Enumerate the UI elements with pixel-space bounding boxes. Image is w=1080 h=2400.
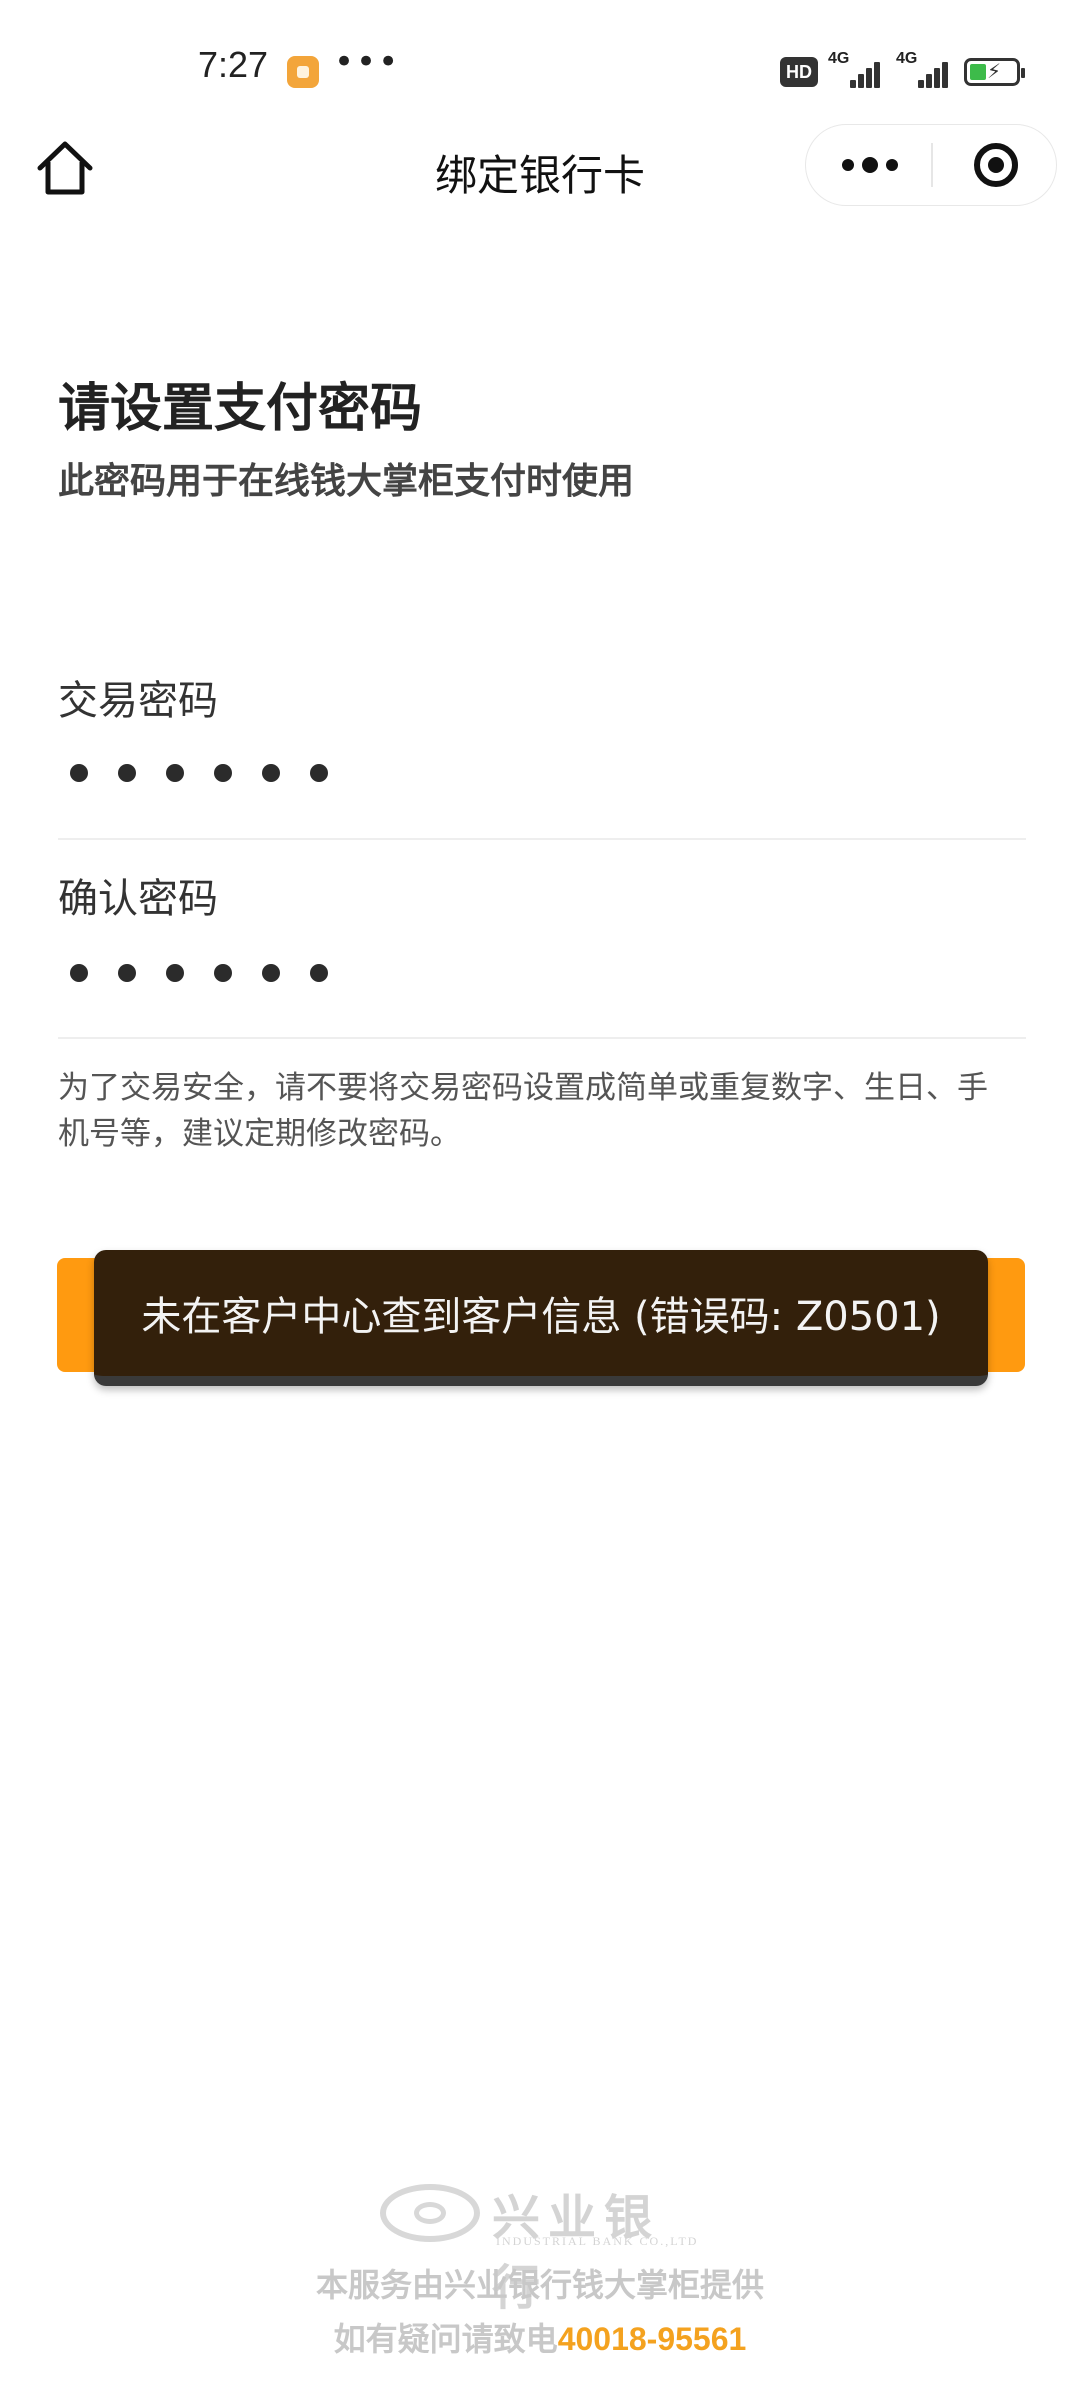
footer-hotline-prefix: 如有疑问请致电 bbox=[333, 2320, 558, 2358]
status-more-indicator: ••• bbox=[334, 42, 401, 82]
bank-logo-english: INDUSTRIAL BANK CO.,LTD bbox=[496, 2234, 699, 2248]
status-bar: 7:27 ••• HD 4G 4G ⚡ bbox=[0, 0, 1080, 140]
password-dot bbox=[70, 764, 88, 782]
capsule-divider bbox=[931, 143, 933, 187]
bank-logo-icon bbox=[380, 2184, 480, 2242]
confirm-password-label: 确认密码 bbox=[58, 876, 218, 922]
section-subheading: 此密码用于在线钱大掌柜支付时使用 bbox=[58, 461, 635, 502]
confirm-password-input[interactable] bbox=[70, 964, 328, 994]
status-icons: HD 4G 4G ⚡ bbox=[780, 50, 1025, 92]
error-toast-message: 未在客户中心查到客户信息 (错误码: Z0501) bbox=[141, 1294, 941, 1340]
field-divider bbox=[58, 838, 1026, 840]
footer-provider: 本服务由兴业银行钱大掌柜提供 bbox=[315, 2266, 764, 2304]
password-dot bbox=[214, 764, 232, 782]
footer-hotline: 如有疑问请致电40018-95561 bbox=[0, 2314, 1080, 2360]
password-dot bbox=[262, 964, 280, 982]
error-toast: 未在客户中心查到客户信息 (错误码: Z0501) bbox=[94, 1250, 988, 1386]
password-dot bbox=[166, 964, 184, 982]
battery-icon: ⚡ bbox=[964, 58, 1025, 86]
field-divider bbox=[58, 1037, 1026, 1039]
hotline-number-link[interactable]: 40018-95561 bbox=[558, 2321, 747, 2357]
bank-logo: 兴业银行 INDUSTRIAL BANK CO.,LTD bbox=[380, 2178, 710, 2316]
password-dot bbox=[70, 964, 88, 982]
nav-bar: 绑定银行卡 bbox=[0, 120, 1080, 220]
trade-password-label: 交易密码 bbox=[58, 678, 218, 724]
network-type-1: 4G bbox=[828, 50, 850, 67]
password-dot bbox=[310, 764, 328, 782]
password-dot bbox=[214, 964, 232, 982]
signal-icon-1: 4G bbox=[828, 50, 886, 90]
signal-icon-2: 4G bbox=[896, 50, 954, 90]
password-dot bbox=[310, 964, 328, 982]
password-dot bbox=[166, 764, 184, 782]
status-time: 7:27 bbox=[198, 44, 269, 85]
trade-password-input[interactable] bbox=[70, 764, 328, 794]
more-dots-icon[interactable] bbox=[842, 155, 922, 177]
mini-program-capsule bbox=[805, 124, 1057, 206]
section-heading: 请设置支付密码 bbox=[58, 379, 423, 439]
password-dot bbox=[262, 764, 280, 782]
password-dot bbox=[118, 964, 136, 982]
security-notice: 为了交易安全，请不要将交易密码设置成简单或重复数字、生日、手机号等，建议定期修改… bbox=[58, 1070, 988, 1152]
password-dot bbox=[118, 764, 136, 782]
charging-icon: ⚡ bbox=[987, 59, 1002, 83]
network-type-2: 4G bbox=[896, 50, 918, 67]
battery-level bbox=[970, 64, 986, 80]
hd-voice-icon: HD bbox=[780, 57, 818, 87]
notification-app-icon bbox=[287, 56, 319, 88]
target-close-icon[interactable] bbox=[974, 143, 1018, 187]
